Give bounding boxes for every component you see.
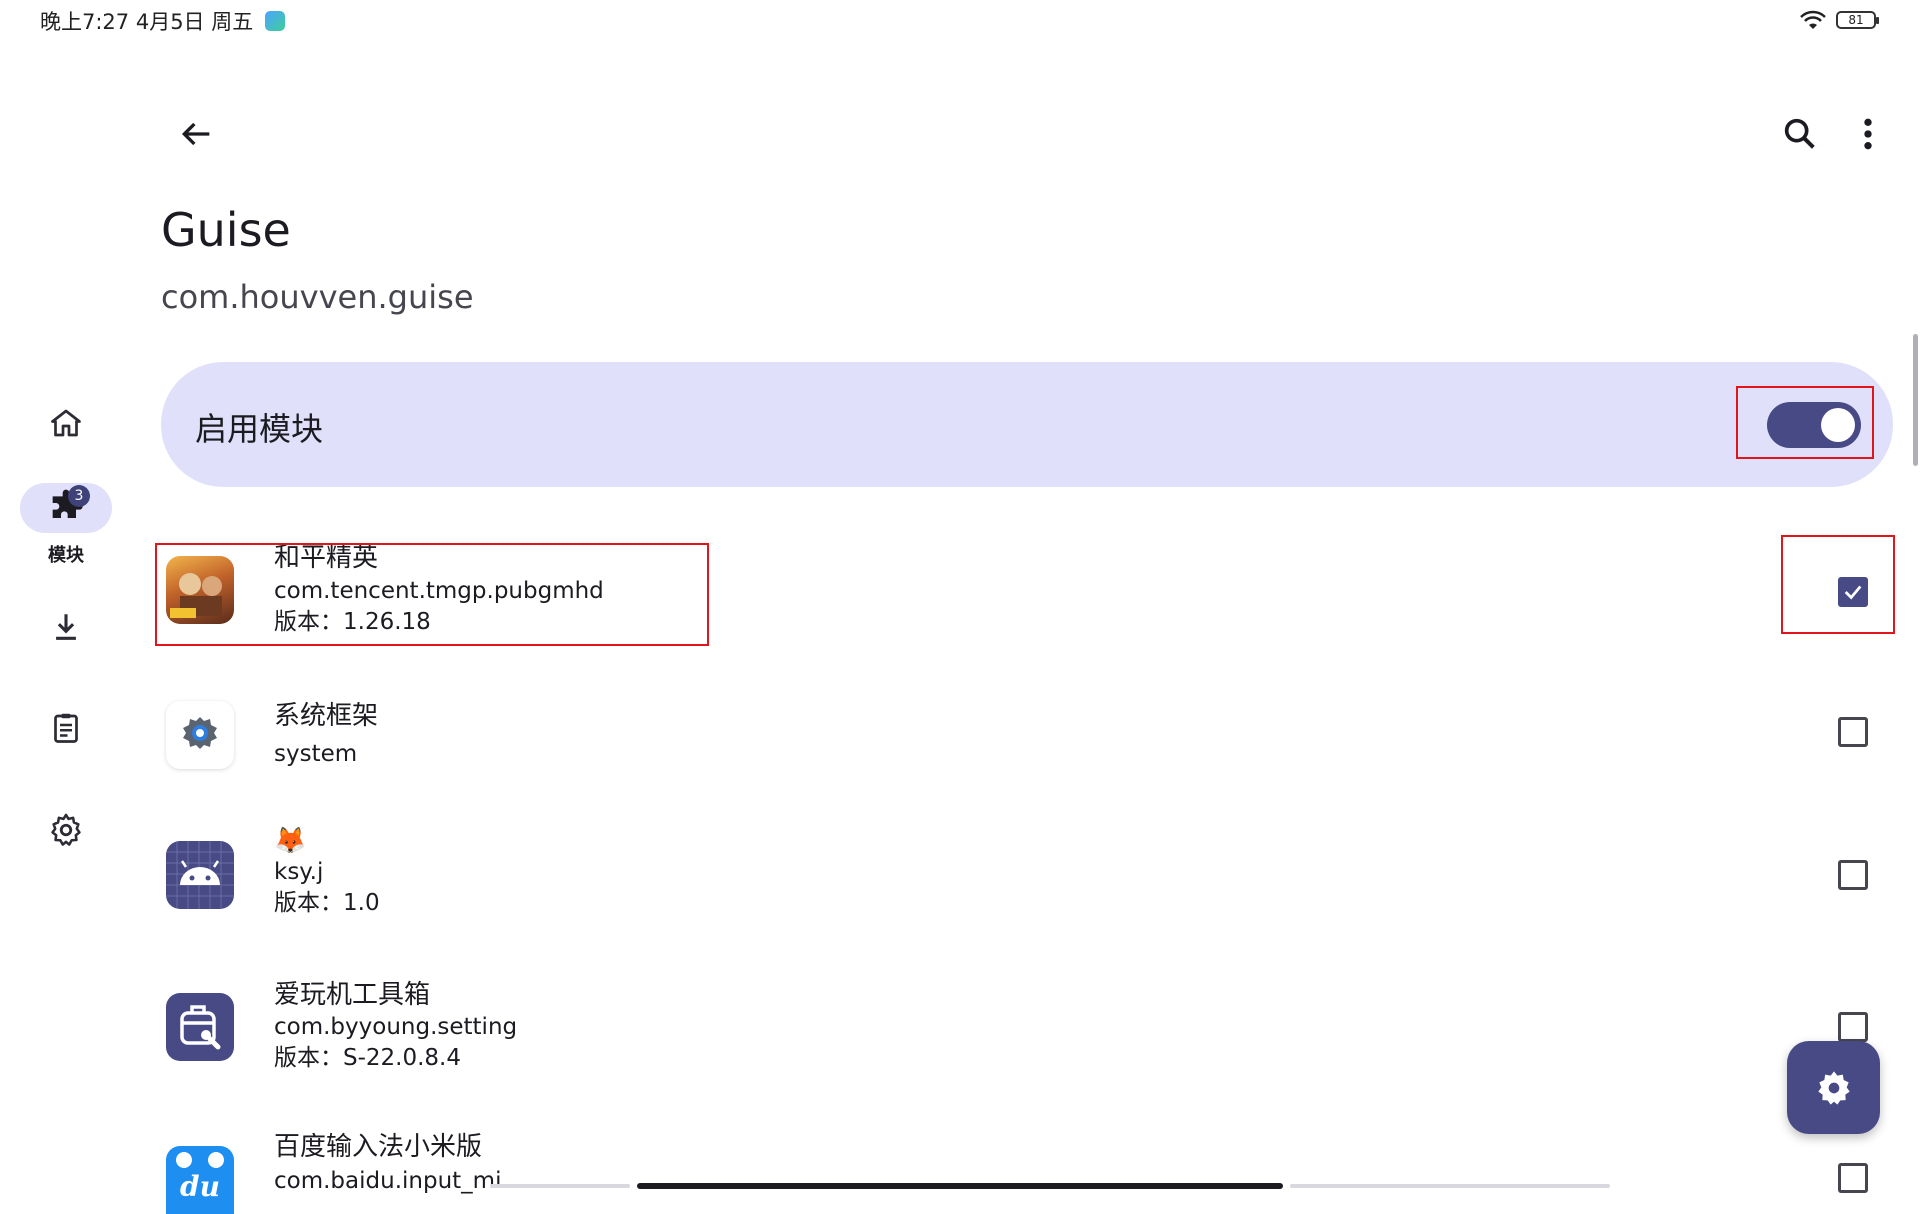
vertical-scrollbar[interactable] (1913, 334, 1918, 466)
app-package: com.byyoung.setting (274, 1014, 518, 1040)
app-checkbox[interactable] (1838, 860, 1868, 890)
app-package: system (274, 741, 358, 767)
search-icon (1784, 118, 1815, 149)
app-name: 🦊 (274, 826, 307, 856)
app-name: 系统框架 (274, 701, 379, 731)
enable-module-label: 启用模块 (195, 410, 324, 448)
baidu-input-icon: du (166, 1146, 234, 1214)
battery-level: 81 (1848, 13, 1864, 27)
status-right: 81 (1798, 9, 1879, 31)
highlight-box-app (155, 543, 709, 646)
list-item[interactable]: 系统框架 system (161, 698, 1901, 798)
horizontal-scroll-track-right (1290, 1184, 1610, 1188)
modules-badge: 3 (68, 485, 90, 507)
clipboard-icon (54, 713, 78, 743)
list-item[interactable]: 🦊 ksy.j 版本：1.0 (161, 826, 1901, 936)
enable-module-card[interactable]: 启用模块 (161, 362, 1893, 487)
app-version: 版本：S-22.0.8.4 (274, 1045, 461, 1071)
nav-settings-pill[interactable] (20, 805, 112, 855)
nav-download-pill[interactable] (20, 602, 112, 652)
page-subtitle: com.houvven.guise (161, 278, 474, 316)
app-checkbox[interactable] (1838, 717, 1868, 747)
status-left: 晚上7:27 4月5日 周五 (40, 6, 286, 36)
app-package: com.baidu.input_mi (274, 1168, 502, 1194)
notification-app-icon (265, 11, 286, 31)
home-icon (51, 409, 81, 437)
app-version: 版本：1.0 (274, 890, 380, 916)
app-checkbox[interactable] (1838, 1163, 1868, 1193)
highlight-box-switch (1736, 386, 1874, 459)
app-name: 百度输入法小米版 (274, 1132, 483, 1162)
app-text: 百度输入法小米版 com.baidu.input_mi (274, 1130, 501, 1198)
page-title: Guise (161, 203, 291, 257)
toolbox-app-icon (166, 993, 234, 1061)
nav-logs-pill[interactable] (20, 703, 112, 753)
nav-download[interactable] (20, 602, 112, 652)
nav-modules-label: 模块 (48, 545, 84, 566)
gear-icon (1817, 1070, 1850, 1105)
search-button[interactable] (1780, 114, 1820, 154)
more-options-button[interactable] (1852, 114, 1884, 154)
nav-logs[interactable] (20, 703, 112, 753)
list-item[interactable]: du 百度输入法小米版 com.baidu.input_mi (161, 1130, 1901, 1214)
status-bar: 晚上7:27 4月5日 周五 81 (0, 0, 1920, 40)
nav-settings[interactable] (20, 805, 112, 855)
battery-icon: 81 (1836, 11, 1879, 29)
home-indicator[interactable] (637, 1183, 1283, 1189)
horizontal-scroll-track-left (490, 1184, 630, 1188)
app-checkbox[interactable] (1838, 1012, 1868, 1042)
nav-modules-pill[interactable]: 3 (20, 483, 112, 533)
app-name: 爱玩机工具箱 (274, 980, 431, 1010)
android-app-icon (166, 841, 234, 909)
app-text: 🦊 ksy.j 版本：1.0 (274, 826, 380, 918)
arrow-back-icon (181, 122, 210, 146)
settings-fab[interactable] (1787, 1041, 1880, 1134)
app-text: 系统框架 system (274, 698, 378, 774)
back-button[interactable] (176, 114, 216, 154)
more-vert-icon (1864, 118, 1872, 150)
list-item[interactable]: 爱玩机工具箱 com.byyoung.setting 版本：S-22.0.8.4 (161, 979, 1901, 1089)
app-text: 爱玩机工具箱 com.byyoung.setting 版本：S-22.0.8.4 (274, 979, 517, 1073)
gear-icon (51, 813, 81, 846)
app-package: ksy.j (274, 859, 324, 885)
download-icon (56, 614, 76, 640)
nav-home[interactable] (20, 398, 112, 448)
highlight-box-checkbox (1781, 535, 1895, 634)
nav-modules[interactable]: 3 模块 (20, 483, 112, 567)
wifi-icon (1800, 10, 1826, 29)
nav-home-pill[interactable] (20, 398, 112, 448)
svg-text:du: du (180, 1170, 220, 1203)
system-framework-icon (166, 701, 234, 769)
status-time-date: 晚上7:27 4月5日 周五 (40, 10, 254, 34)
